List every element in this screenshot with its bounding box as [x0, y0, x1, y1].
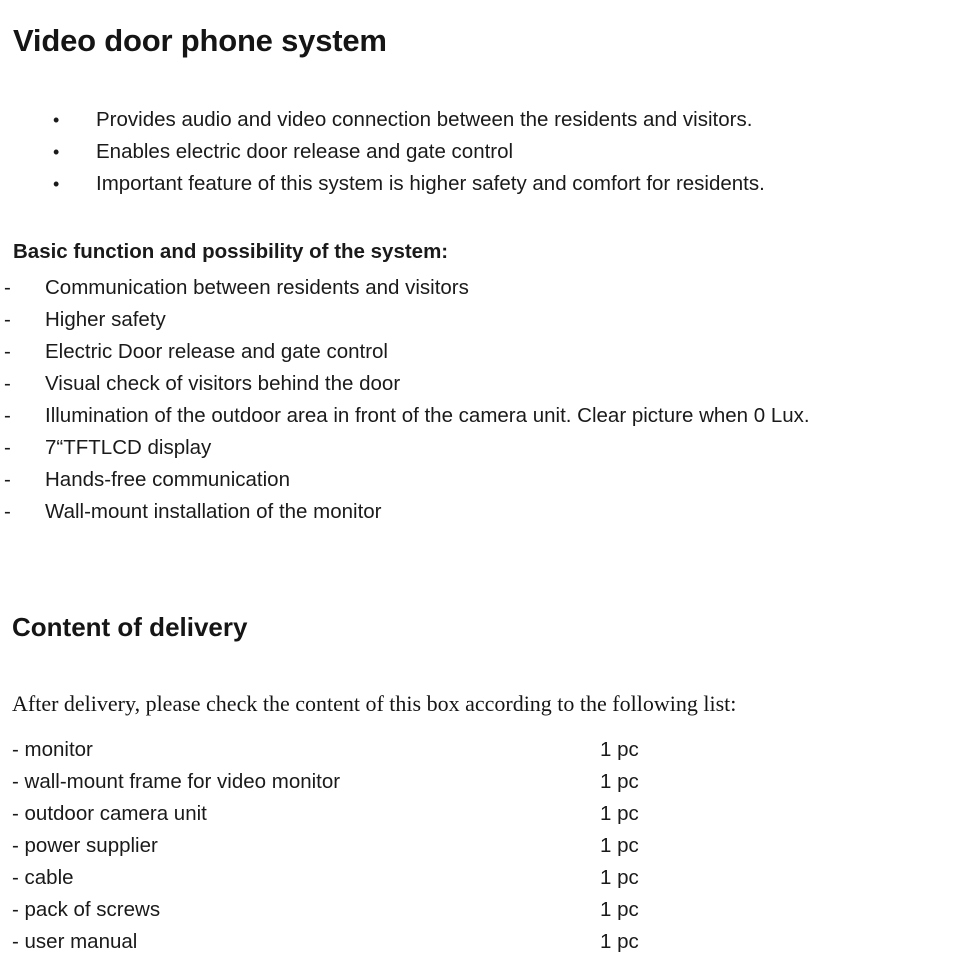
dash-icon: - — [4, 500, 11, 523]
content-of-delivery-heading: Content of delivery — [12, 611, 248, 642]
list-item-label: Illumination of the outdoor area in fron… — [45, 404, 810, 427]
list-item-label: Wall-mount installation of the monitor — [45, 500, 382, 523]
dash-icon: - — [4, 436, 11, 459]
delivery-item-qty: 1 pc — [600, 866, 639, 889]
list-item-label: Enables electric door release and gate c… — [96, 140, 514, 163]
list-item-label: Important feature of this system is high… — [96, 172, 765, 195]
list-item: - 7“TFTLCD display — [0, 432, 960, 464]
basic-function-heading: Basic function and possibility of the sy… — [13, 240, 449, 263]
list-item: • Important feature of this system is hi… — [0, 168, 930, 200]
delivery-item-qty: 1 pc — [600, 930, 639, 953]
list-item: - Illumination of the outdoor area in fr… — [0, 400, 960, 432]
dash-icon: - — [4, 308, 11, 331]
delivery-item-qty: 1 pc — [600, 802, 639, 825]
bullet-icon: • — [53, 142, 60, 162]
list-item-label: Hands-free communication — [45, 468, 290, 491]
delivery-item-name: - pack of screws — [12, 898, 161, 921]
table-row: - cable 1 pc — [0, 862, 760, 894]
intro-bullet-list: • Provides audio and video connection be… — [0, 104, 930, 200]
table-row: - wall-mount frame for video monitor 1 p… — [0, 766, 760, 798]
content-of-delivery-list: - monitor 1 pc - wall-mount frame for vi… — [0, 734, 760, 958]
list-item-label: Higher safety — [45, 308, 166, 331]
content-of-delivery-intro: After delivery, please check the content… — [12, 691, 737, 716]
delivery-item-qty: 1 pc — [600, 770, 639, 793]
dash-icon: - — [4, 468, 11, 491]
delivery-item-name: - user manual — [12, 930, 138, 953]
dash-icon: - — [4, 404, 11, 427]
table-row: - monitor 1 pc — [0, 734, 760, 766]
page-title: Video door phone system — [13, 22, 387, 58]
delivery-item-name: - outdoor camera unit — [12, 802, 207, 825]
basic-function-list: - Communication between residents and vi… — [0, 272, 960, 528]
list-item: • Enables electric door release and gate… — [0, 136, 930, 168]
list-item: - Visual check of visitors behind the do… — [0, 368, 960, 400]
list-item: - Wall-mount installation of the monitor — [0, 496, 960, 528]
list-item-label: Visual check of visitors behind the door — [45, 372, 401, 395]
list-item-label: Provides audio and video connection betw… — [96, 108, 753, 131]
delivery-item-qty: 1 pc — [600, 898, 639, 921]
document-page: Video door phone system • Provides audio… — [0, 0, 960, 955]
delivery-item-qty: 1 pc — [600, 738, 639, 761]
delivery-item-qty: 1 pc — [600, 834, 639, 857]
table-row: - pack of screws 1 pc — [0, 894, 760, 926]
delivery-item-name: - cable — [12, 866, 74, 889]
bullet-icon: • — [53, 174, 60, 194]
list-item-label: Electric Door release and gate control — [45, 340, 388, 363]
dash-icon: - — [4, 276, 11, 299]
list-item: • Provides audio and video connection be… — [0, 104, 930, 136]
list-item: - Electric Door release and gate control — [0, 336, 960, 368]
dash-icon: - — [4, 372, 11, 395]
list-item: - Higher safety — [0, 304, 960, 336]
table-row: - outdoor camera unit 1 pc — [0, 798, 760, 830]
table-row: - power supplier 1 pc — [0, 830, 760, 862]
list-item: - Communication between residents and vi… — [0, 272, 960, 304]
delivery-item-name: - monitor — [12, 738, 93, 761]
list-item-label: 7“TFTLCD display — [45, 436, 212, 459]
list-item: - Hands-free communication — [0, 464, 960, 496]
table-row: - user manual 1 pc — [0, 926, 760, 958]
bullet-icon: • — [53, 110, 60, 130]
delivery-item-name: - wall-mount frame for video monitor — [12, 770, 341, 793]
dash-icon: - — [4, 340, 11, 363]
delivery-item-name: - power supplier — [12, 834, 158, 857]
list-item-label: Communication between residents and visi… — [45, 276, 469, 299]
